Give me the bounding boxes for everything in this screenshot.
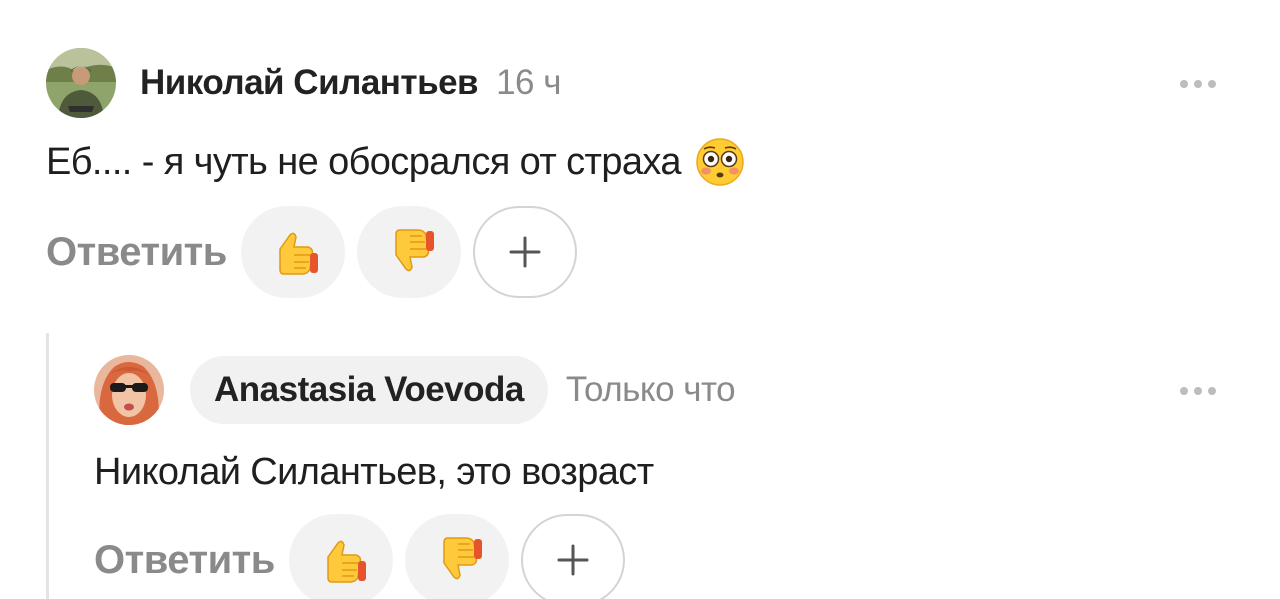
reply-text: Николай Силантьев, это возраст [94,446,654,498]
dot-icon [1208,80,1216,88]
comment-text: Еб.... - я чуть не обосрался от страха [46,136,745,188]
more-options-button[interactable] [1176,74,1220,94]
plus-icon [557,544,589,576]
reply-header: Anastasia Voevoda Только что [94,355,736,425]
reply-button[interactable]: Ответить [46,230,227,275]
reply-actions: Ответить [94,514,625,599]
dot-icon [1180,387,1188,395]
like-reaction-button[interactable] [240,206,345,298]
flushed-face-emoji-icon [696,138,744,186]
comment-time: 16 ч [496,63,561,102]
author-name-pill[interactable]: Anastasia Voevoda [190,356,548,424]
comment-header: Николай Силантьев 16 ч [46,48,561,118]
dot-icon [1194,80,1202,88]
comment-actions: Ответить [46,206,577,298]
thread-line [46,333,49,599]
dislike-reaction-button[interactable] [404,514,509,599]
add-reaction-button[interactable] [520,514,625,599]
thumbs-down-icon [443,537,482,580]
dot-icon [1208,387,1216,395]
comments-page: Николай Силантьев 16 ч Еб.... - я чуть н… [0,0,1280,599]
dislike-reaction-button[interactable] [356,206,461,298]
avatar[interactable] [46,48,116,118]
thumbs-up-icon [279,232,318,275]
comment-body: Николай Силантьев, это возраст [94,450,654,493]
add-reaction-button[interactable] [472,206,577,298]
author-name[interactable]: Anastasia Voevoda [214,370,524,410]
like-reaction-button[interactable] [288,514,393,599]
more-options-button[interactable] [1176,381,1220,401]
plus-icon [509,236,541,268]
reply-button[interactable]: Ответить [94,538,275,583]
author-name[interactable]: Николай Силантьев [140,63,479,103]
thumbs-down-icon [395,229,434,272]
thumbs-up-icon [327,540,366,583]
dot-icon [1180,80,1188,88]
comment-time: Только что [565,370,736,409]
dot-icon [1194,387,1202,395]
comment-body: Еб.... - я чуть не обосрался от страха [46,140,682,183]
avatar[interactable] [94,355,164,425]
